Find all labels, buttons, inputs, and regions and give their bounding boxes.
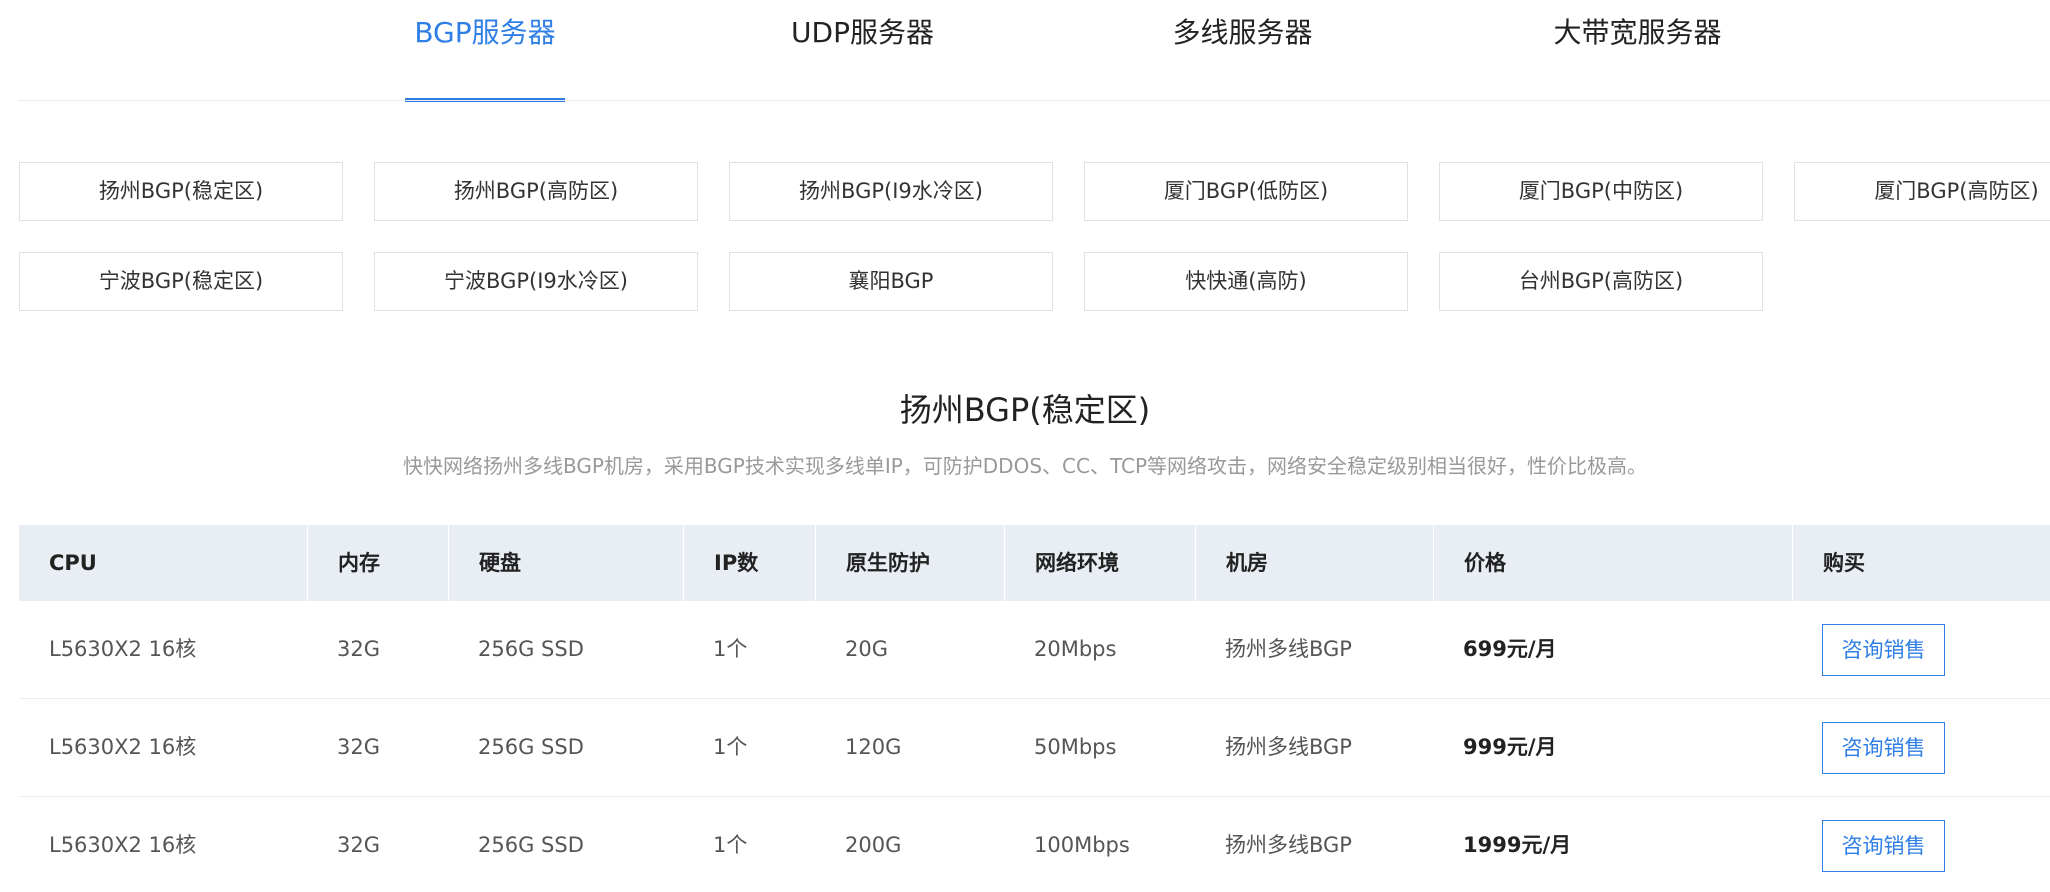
section-title: 扬州BGP(稳定区) (899, 391, 1151, 429)
cell-price: 999元/月 (1463, 735, 1557, 759)
cell-memory: 32G (337, 637, 380, 661)
cell-memory: 32G (337, 735, 380, 759)
region-button-xiamen-high-defense[interactable]: 厦门BGP(高防区) (1794, 162, 2050, 221)
cell-buy: 咨询销售 (1792, 601, 2050, 698)
region-button-xiamen-mid-defense[interactable]: 厦门BGP(中防区) (1439, 162, 1763, 221)
cell-disk: 256G SSD (478, 637, 584, 661)
cell-network: 100Mbps (1034, 833, 1130, 857)
consult-sales-button[interactable]: 咨询销售 (1822, 820, 1945, 872)
cell-buy: 咨询销售 (1792, 699, 2050, 796)
cell-ip-count: 1个 (713, 735, 748, 759)
tab-label: 大带宽服务器 (1553, 16, 1722, 49)
region-button-yangzhou-stable[interactable]: 扬州BGP(稳定区) (19, 162, 343, 221)
cell-defense: 120G (845, 735, 902, 759)
consult-sales-button[interactable]: 咨询销售 (1822, 722, 1945, 774)
server-category-tabs: BGP服务器 UDP服务器 多线服务器 大带宽服务器 (0, 0, 2050, 102)
column-header-cpu: CPU (49, 551, 97, 575)
column-header-datacenter: 机房 (1195, 525, 1433, 601)
tab-label: 多线服务器 (1172, 16, 1313, 49)
tabs-divider (18, 100, 2050, 101)
cell-disk: 256G SSD (478, 833, 584, 857)
column-header-price: 价格 (1433, 525, 1792, 601)
cell-memory: 32G (337, 833, 380, 857)
cell-network: 50Mbps (1034, 735, 1117, 759)
cell-defense: 200G (845, 833, 902, 857)
cell-defense: 20G (845, 637, 888, 661)
consult-sales-button[interactable]: 咨询销售 (1822, 624, 1945, 676)
column-header-network: 网络环境 (1004, 525, 1195, 601)
column-header-ip-count: IP数 (683, 525, 815, 601)
region-button-xiangyang[interactable]: 襄阳BGP (729, 252, 1053, 311)
cell-ip-count: 1个 (713, 833, 748, 857)
region-button-xiamen-low-defense[interactable]: 厦门BGP(低防区) (1084, 162, 1408, 221)
region-button-yangzhou-i9-watercooled[interactable]: 扬州BGP(I9水冷区) (729, 162, 1053, 221)
cell-price: 699元/月 (1463, 637, 1557, 661)
region-button-ningbo-stable[interactable]: 宁波BGP(稳定区) (19, 252, 343, 311)
cell-datacenter: 扬州多线BGP (1225, 735, 1352, 759)
region-button-yangzhou-high-defense[interactable]: 扬州BGP(高防区) (374, 162, 698, 221)
table-row: L5630X2 16核 32G 256G SSD 1个 200G 100Mbps… (19, 797, 2050, 892)
region-button-kuaikuaitong[interactable]: 快快通(高防) (1084, 252, 1408, 311)
cell-buy: 咨询销售 (1792, 797, 2050, 892)
cell-price: 1999元/月 (1463, 833, 1572, 857)
cell-ip-count: 1个 (713, 637, 748, 661)
column-header-buy: 购买 (1792, 525, 2050, 601)
column-header-defense: 原生防护 (815, 525, 1004, 601)
region-button-ningbo-i9-watercooled[interactable]: 宁波BGP(I9水冷区) (374, 252, 698, 311)
tab-udp-servers[interactable]: UDP服务器 (775, 0, 950, 101)
region-button-taizhou-high-defense[interactable]: 台州BGP(高防区) (1439, 252, 1763, 311)
cell-datacenter: 扬州多线BGP (1225, 833, 1352, 857)
tab-label: UDP服务器 (791, 16, 934, 49)
column-header-disk: 硬盘 (448, 525, 683, 601)
column-header-memory: 内存 (307, 525, 448, 601)
tab-label: BGP服务器 (414, 16, 556, 49)
cell-datacenter: 扬州多线BGP (1225, 637, 1352, 661)
cell-cpu: L5630X2 16核 (49, 637, 197, 661)
tab-multiline-servers[interactable]: 多线服务器 (1160, 0, 1325, 101)
table-row: L5630X2 16核 32G 256G SSD 1个 20G 20Mbps 扬… (19, 601, 2050, 699)
cell-cpu: L5630X2 16核 (49, 833, 197, 857)
cell-cpu: L5630X2 16核 (49, 735, 197, 759)
cell-disk: 256G SSD (478, 735, 584, 759)
section-description: 快快网络扬州多线BGP机房，采用BGP技术实现多线单IP，可防护DDOS、CC、… (402, 454, 1648, 478)
table-row: L5630X2 16核 32G 256G SSD 1个 120G 50Mbps … (19, 699, 2050, 797)
price-table: CPU 内存 硬盘 IP数 原生防护 网络环境 机房 价格 购买 L5630X2… (19, 525, 2050, 892)
tab-bgp-servers[interactable]: BGP服务器 (405, 0, 565, 102)
cell-network: 20Mbps (1034, 637, 1117, 661)
table-header: CPU 内存 硬盘 IP数 原生防护 网络环境 机房 价格 购买 (19, 525, 2050, 601)
tab-high-bandwidth-servers[interactable]: 大带宽服务器 (1545, 0, 1730, 101)
